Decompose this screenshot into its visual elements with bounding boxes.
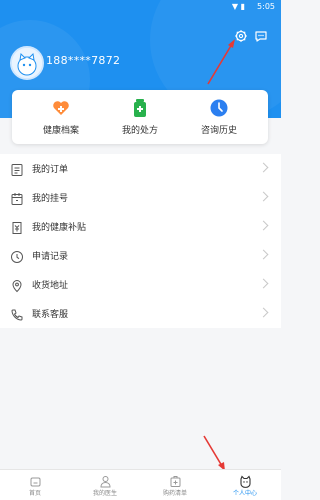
menu-label: 申请记录 [32, 252, 69, 262]
phone-icon [10, 307, 24, 321]
prescription-icon [130, 98, 150, 118]
avatar[interactable] [10, 46, 44, 80]
tab-label: 个人中心 [232, 490, 257, 497]
menu-label: 我的挂号 [32, 194, 69, 204]
subsidy-icon [10, 220, 24, 234]
menu-label: 收货地址 [32, 281, 69, 291]
message-icon[interactable] [254, 28, 268, 42]
quick-actions-card: 健康档案 我的处方 咨询历史 [12, 90, 268, 144]
doctor-icon [99, 473, 112, 488]
quick-label: 咨询历史 [200, 126, 237, 136]
menu-label: 我的订单 [32, 165, 69, 175]
home-icon [29, 473, 42, 487]
location-icon [10, 278, 24, 292]
clock-icon [10, 249, 24, 263]
registration-icon [10, 191, 24, 205]
status-bar: ▼ ▮ 5:05 [0, 0, 281, 14]
order-icon [10, 162, 24, 176]
tab-label: 购药清单 [162, 490, 187, 497]
health-record-icon [51, 98, 71, 118]
menu-label: 我的健康补贴 [32, 223, 87, 233]
menu-item-orders[interactable]: 我的订单 [0, 154, 281, 183]
consult-history-icon [209, 98, 229, 118]
chevron-right-icon [258, 162, 269, 173]
quick-health-record[interactable]: 健康档案 [26, 98, 96, 136]
menu-list: 我的订单 我的挂号 我的健康补贴 申请记录 收货地址 联系客服 [0, 154, 281, 328]
tab-label: 首页 [28, 490, 41, 497]
menu-item-registration[interactable]: 我的挂号 [0, 183, 281, 212]
status-time: 5:05 [257, 2, 275, 11]
chevron-right-icon [258, 191, 269, 202]
chevron-right-icon [258, 220, 269, 231]
tab-label: 我的医生 [92, 490, 117, 497]
quick-label: 我的处方 [121, 126, 158, 136]
menu-label: 联系客服 [32, 310, 69, 320]
menu-item-subsidy[interactable]: 我的健康补贴 [0, 212, 281, 241]
tab-profile[interactable]: 个人中心 [220, 473, 270, 497]
annotation-arrow-icon [207, 39, 235, 85]
annotation-arrow-icon [203, 435, 225, 471]
tab-home[interactable]: 首页 [10, 473, 60, 497]
menu-item-address[interactable]: 收货地址 [0, 270, 281, 299]
quick-label: 健康档案 [42, 126, 79, 136]
menu-item-applications[interactable]: 申请记录 [0, 241, 281, 270]
quick-prescription[interactable]: 我的处方 [105, 98, 175, 136]
chevron-right-icon [258, 307, 269, 318]
user-phone: 188****7872 [46, 54, 121, 67]
tab-medicine-list[interactable]: 购药清单 [150, 473, 200, 497]
quick-consult-history[interactable]: 咨询历史 [184, 98, 254, 136]
tab-my-doctor[interactable]: 我的医生 [80, 473, 130, 497]
chevron-right-icon [258, 249, 269, 260]
chevron-right-icon [258, 278, 269, 289]
medicine-list-icon [169, 473, 182, 487]
signal-icon: ▼ ▮ [231, 2, 245, 11]
bottom-tab-bar: 首页 我的医生 购药清单 个人中心 [0, 469, 281, 500]
avatar-cat-icon [12, 48, 42, 78]
menu-item-support[interactable]: 联系客服 [0, 299, 281, 328]
profile-icon [239, 473, 252, 488]
